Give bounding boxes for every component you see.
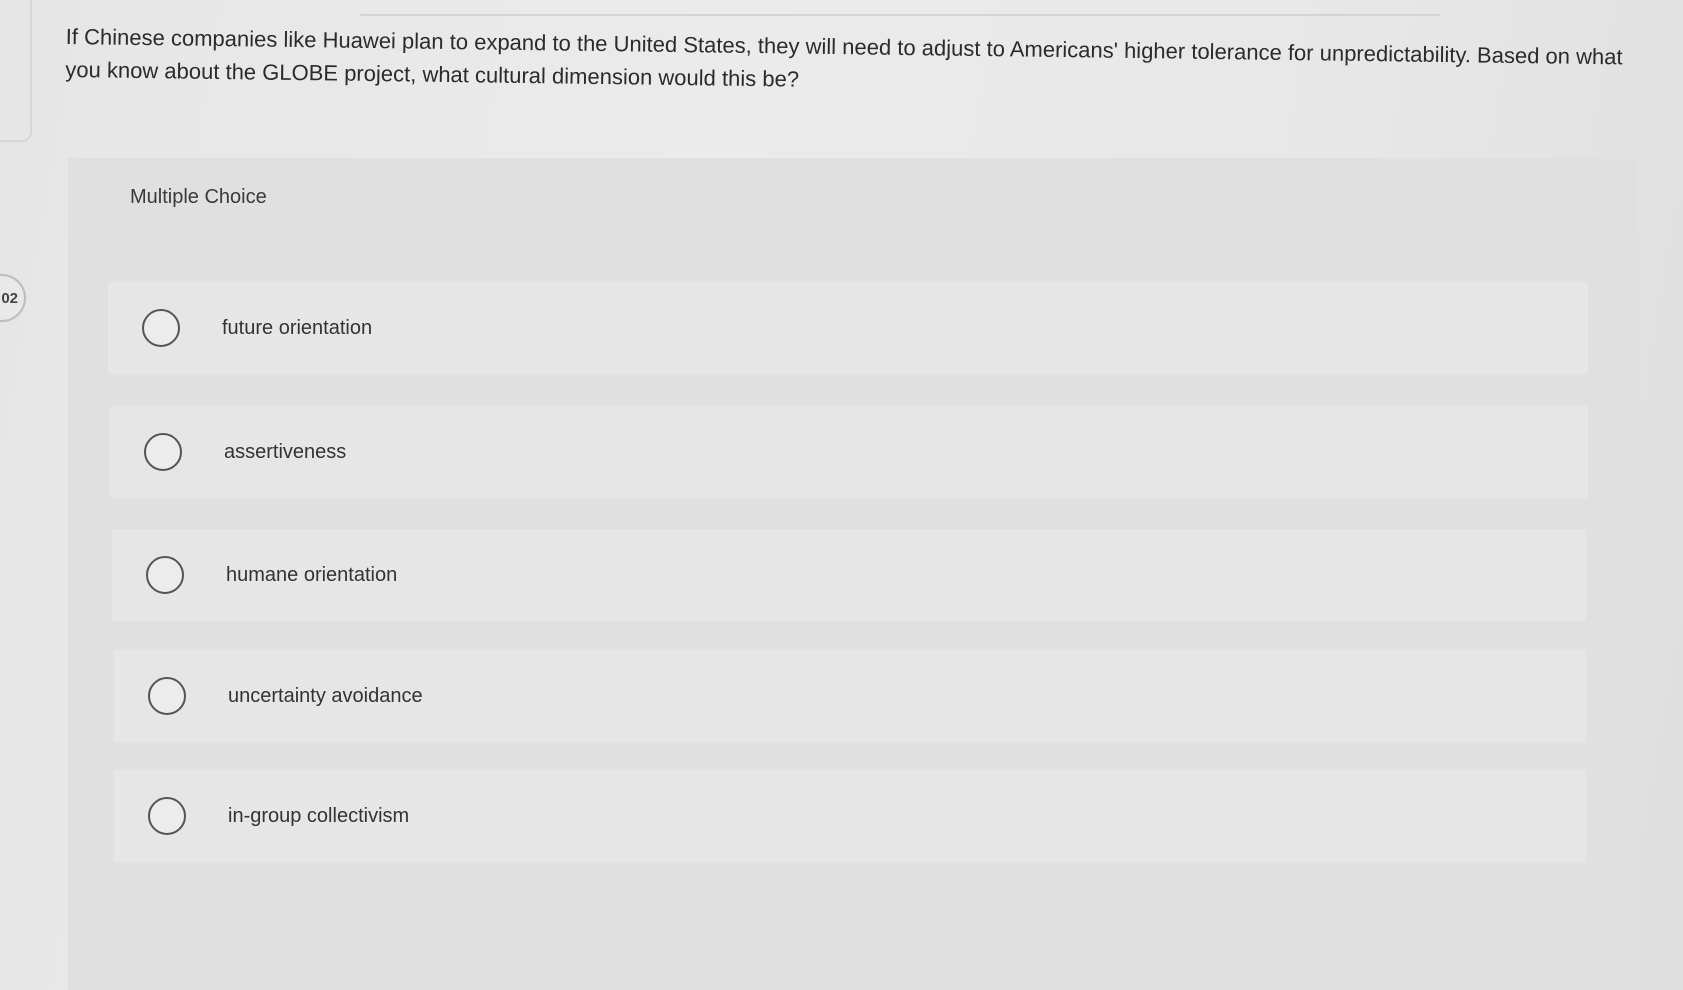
question-number: 02 <box>1 289 18 307</box>
radio-button[interactable] <box>142 309 180 347</box>
radio-button[interactable] <box>148 797 186 835</box>
question-number-badge: 02 <box>0 274 26 322</box>
panel-title: Multiple Choice <box>130 186 267 208</box>
option-label: in-group collectivism <box>228 804 410 827</box>
radio-button[interactable] <box>144 433 182 471</box>
option-label: uncertainty avoidance <box>228 684 423 707</box>
question-text: If Chinese companies like Huawei plan to… <box>65 23 1623 92</box>
option-label: future orientation <box>222 316 373 339</box>
radio-button[interactable] <box>148 677 186 715</box>
radio-button[interactable] <box>146 556 184 594</box>
option-assertiveness[interactable]: assertiveness <box>110 406 1588 498</box>
top-divider <box>360 14 1440 16</box>
option-label: humane orientation <box>226 563 398 586</box>
option-uncertainty-avoidance[interactable]: uncertainty avoidance <box>114 650 1586 742</box>
option-label: assertiveness <box>224 440 347 463</box>
option-in-group-collectivism[interactable]: in-group collectivism <box>114 770 1586 862</box>
option-humane-orientation[interactable]: humane orientation <box>112 529 1586 621</box>
answer-panel: Multiple Choice future orientation asser… <box>68 158 1638 990</box>
left-edge-frame <box>0 0 32 142</box>
option-future-orientation[interactable]: future orientation <box>108 282 1588 374</box>
